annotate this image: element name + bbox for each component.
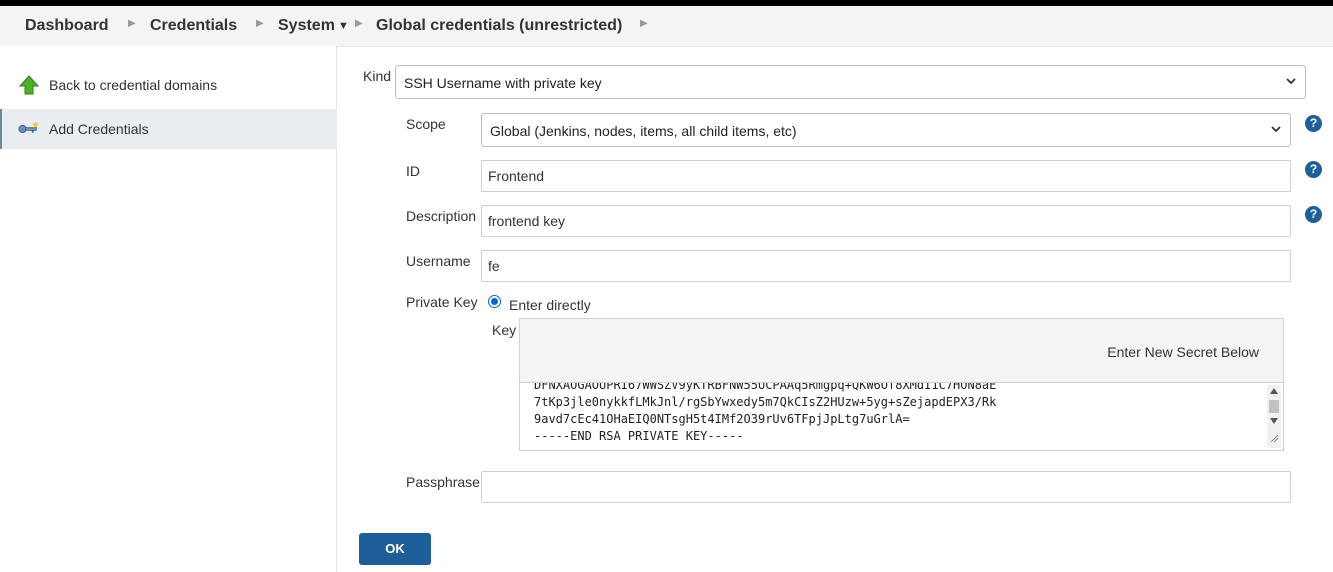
- id-label: ID: [406, 163, 420, 179]
- radio-selected-dot: [491, 298, 498, 305]
- private-key-label: Private Key: [406, 294, 478, 310]
- key-icon: [18, 120, 40, 134]
- scrollbar-thumb[interactable]: [1269, 400, 1279, 413]
- sidebar-item-back-to-domains[interactable]: Back to credential domains: [0, 65, 335, 105]
- breadcrumb-separator-icon[interactable]: ▶: [355, 18, 363, 29]
- key-line: 9avd7cEc41OHaEIQ0NTsgH5t4IMf2O39rUv6TFpj…: [534, 412, 910, 426]
- kind-label: Kind: [363, 68, 392, 84]
- help-icon[interactable]: ?: [1305, 115, 1322, 132]
- private-key-textarea[interactable]: DFNXAOGAOUPRI67WWSZV9yKTRBFNW55UCPAAq5Rm…: [519, 382, 1284, 451]
- scope-select[interactable]: Global (Jenkins, nodes, items, all child…: [481, 113, 1291, 147]
- key-line: -----END RSA PRIVATE KEY-----: [534, 429, 744, 443]
- secret-placeholder-panel: Enter New Secret Below: [519, 318, 1284, 382]
- passphrase-label: Passphrase: [406, 474, 480, 490]
- scope-label: Scope: [406, 116, 446, 132]
- kind-select[interactable]: SSH Username with private key: [395, 65, 1306, 99]
- up-arrow-icon: [18, 75, 40, 95]
- breadcrumb-separator-icon[interactable]: ▶: [640, 18, 648, 29]
- key-line: DFNXAOGAOUPRI67WWSZV9yKTRBFNW55UCPAAq5Rm…: [534, 382, 997, 392]
- textarea-scrollbar[interactable]: [1267, 385, 1281, 448]
- username-label: Username: [406, 253, 471, 269]
- ok-button[interactable]: OK: [359, 533, 431, 565]
- help-icon[interactable]: ?: [1305, 206, 1322, 223]
- enter-directly-radio[interactable]: [488, 295, 501, 308]
- scroll-down-icon[interactable]: [1270, 418, 1278, 424]
- sidebar-item-label: Back to credential domains: [49, 77, 218, 93]
- breadcrumb-global-credentials[interactable]: Global credentials (unrestricted): [376, 17, 622, 35]
- key-line: 7tKp3jle0nykkfLMkJnl/rgSbYwxedy5m7QkCIsZ…: [534, 395, 997, 409]
- sidebar-item-add-credentials[interactable]: Add Credentials: [0, 109, 337, 149]
- breadcrumb-credentials[interactable]: Credentials: [150, 17, 237, 35]
- breadcrumb-dashboard[interactable]: Dashboard: [25, 17, 109, 35]
- kind-select-value: SSH Username with private key: [404, 75, 602, 91]
- description-label: Description: [406, 208, 477, 224]
- sidebar-item-label: Add Credentials: [49, 121, 149, 137]
- secret-placeholder-label: Enter New Secret Below: [1107, 344, 1259, 360]
- breadcrumb-system[interactable]: System: [278, 17, 335, 35]
- description-field[interactable]: [481, 205, 1291, 237]
- resize-handle-icon[interactable]: [1270, 434, 1279, 443]
- passphrase-field[interactable]: [481, 471, 1291, 503]
- chevron-down-icon: [1271, 126, 1281, 133]
- sidebar: Back to credential domains Add Credentia…: [0, 46, 337, 572]
- breadcrumb: Dashboard ▶ Credentials ▶ System ▼ ▶ Glo…: [0, 6, 1333, 47]
- key-label: Key: [492, 322, 517, 338]
- enter-directly-label[interactable]: Enter directly: [509, 297, 591, 313]
- chevron-down-icon: [1286, 78, 1296, 85]
- username-field[interactable]: [481, 250, 1291, 282]
- scroll-up-icon[interactable]: [1270, 388, 1278, 394]
- help-icon[interactable]: ?: [1305, 161, 1322, 178]
- id-field[interactable]: [481, 160, 1291, 192]
- breadcrumb-separator-icon[interactable]: ▶: [256, 18, 264, 29]
- caret-down-icon[interactable]: ▼: [338, 20, 349, 32]
- breadcrumb-separator-icon[interactable]: ▶: [128, 18, 136, 29]
- scope-select-value: Global (Jenkins, nodes, items, all child…: [490, 123, 797, 139]
